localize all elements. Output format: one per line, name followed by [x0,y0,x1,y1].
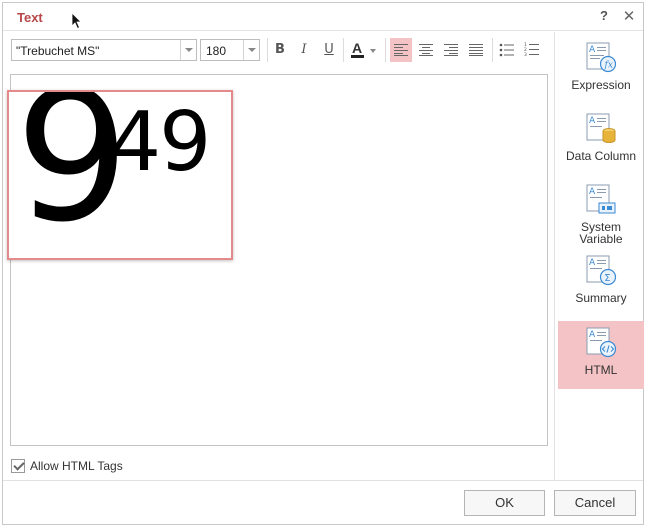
system-variable-icon: A [586,184,616,214]
svg-text:A: A [589,45,596,55]
allow-html-tags-checkbox[interactable] [11,459,25,473]
toolbar-divider [267,38,268,62]
font-size-value: 180 [206,44,227,58]
title-bar: Text ? ✕ [3,3,643,31]
chevron-down-icon[interactable] [180,40,196,60]
insert-panel: A fx Expression A Data Column A System V… [554,32,644,480]
html-icon: A [586,327,617,358]
underline-button[interactable]: U [318,38,340,62]
ok-button[interactable]: OK [464,490,545,516]
svg-text:fx: fx [604,61,613,71]
formatting-toolbar: "Trebuchet MS" 180 B I U A 1 2 3 [3,33,555,67]
toolbar-divider [492,38,493,62]
align-justify-icon [469,44,483,56]
font-family-value: "Trebuchet MS" [16,44,100,58]
font-family-select[interactable]: "Trebuchet MS" [11,39,197,61]
panel-item-expression[interactable]: A fx Expression [558,32,644,98]
align-justify-button[interactable] [465,38,487,62]
toolbar-divider [385,38,386,62]
font-size-select[interactable]: 180 [200,39,260,61]
content-superscript-text: 49 [109,95,211,190]
expression-icon: A fx [586,42,617,73]
svg-text:3: 3 [524,52,527,57]
panel-item-html[interactable]: A HTML [558,321,644,389]
bullet-list-button[interactable] [496,38,518,62]
svg-text:A: A [589,187,596,197]
selected-html-content[interactable]: 9 49 [7,90,233,260]
panel-item-label: HTML [584,363,618,377]
help-button[interactable]: ? [597,8,611,26]
panel-item-label: Data Column [565,149,637,163]
align-center-icon [419,44,433,56]
bold-button[interactable]: B [269,38,291,62]
chevron-down-icon[interactable] [243,40,259,60]
svg-text:A: A [589,258,596,268]
bullet-list-icon [499,43,514,57]
content-main-text: 9 [15,90,130,260]
panel-item-label: Expression [571,78,631,92]
text-dialog: Text ? ✕ "Trebuchet MS" 180 B I U A 1 2 … [2,2,644,525]
numbered-list-button[interactable]: 1 2 3 [521,38,543,62]
chevron-down-icon [370,49,376,53]
panel-item-label: Summary [575,291,627,305]
align-left-icon [394,44,408,56]
svg-text:A: A [589,330,596,340]
allow-html-tags-label: Allow HTML Tags [30,459,123,473]
close-button[interactable]: ✕ [621,7,637,25]
align-right-button[interactable] [440,38,462,62]
panel-item-summary[interactable]: A Σ Summary [558,250,644,316]
italic-button[interactable]: I [293,38,315,62]
toolbar-divider [343,38,344,62]
text-editor[interactable]: 9 49 [7,74,548,446]
svg-text:Σ: Σ [604,273,610,284]
dialog-title: Text [17,10,43,25]
panel-item-system-variable[interactable]: A System Variable [558,179,644,245]
data-column-icon: A [586,113,616,143]
align-center-button[interactable] [415,38,437,62]
panel-item-label: System Variable [579,220,623,246]
panel-item-data-column[interactable]: A Data Column [558,108,644,174]
align-right-icon [444,44,458,56]
summary-icon: A Σ [586,255,617,286]
footer-divider [3,480,643,481]
svg-text:A: A [589,116,596,126]
font-color-button[interactable]: A [347,38,381,62]
cancel-button[interactable]: Cancel [554,490,636,516]
mouse-cursor-icon [71,12,82,30]
align-left-button[interactable] [390,38,412,62]
font-color-swatch [351,55,364,58]
numbered-list-icon: 1 2 3 [524,42,539,57]
